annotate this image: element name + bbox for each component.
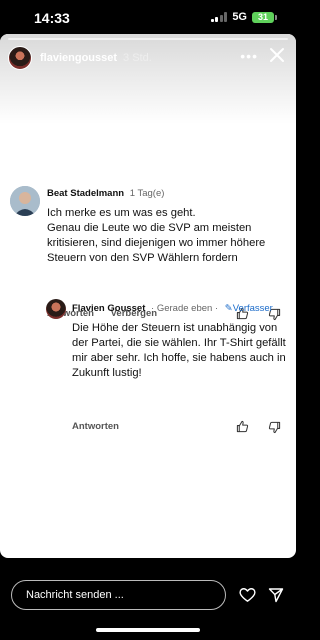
story-header: flaviengousset 3 Std. ••• bbox=[8, 44, 288, 72]
author-badge-label: Verfasser bbox=[232, 303, 273, 314]
status-bar: 14:33 5G 31 bbox=[0, 0, 296, 34]
heart-icon[interactable] bbox=[239, 587, 256, 603]
story-card: flaviengousset 3 Std. ••• Beat Stadelman… bbox=[0, 34, 296, 558]
message-input[interactable]: Nachricht senden ... bbox=[11, 580, 226, 610]
signal-icon bbox=[210, 12, 228, 22]
battery-icon: 31 bbox=[252, 11, 277, 23]
pencil-icon: ✎ bbox=[224, 303, 233, 314]
avatar[interactable] bbox=[46, 299, 66, 319]
story-time: 3 Std. bbox=[123, 52, 152, 64]
comment-time: 1 Tag(e) bbox=[129, 188, 165, 199]
like-icon[interactable] bbox=[236, 420, 249, 433]
reply-button[interactable]: Antworten bbox=[72, 421, 119, 432]
comment-author[interactable]: Flavien Gousset bbox=[72, 303, 145, 314]
story-avatar[interactable] bbox=[8, 46, 32, 70]
network-label: 5G bbox=[232, 11, 247, 23]
dislike-icon[interactable] bbox=[268, 421, 281, 434]
comment-author[interactable]: Beat Stadelmann bbox=[47, 188, 124, 199]
home-indicator bbox=[96, 628, 200, 632]
comment-text: Die Höhe der Steuern ist unabhängig von … bbox=[72, 322, 286, 379]
status-time: 14:33 bbox=[34, 10, 70, 26]
comment-text: Ich merke es um was es geht. Genau die L… bbox=[47, 207, 266, 264]
more-icon[interactable]: ••• bbox=[240, 48, 258, 64]
comment-time: · Gerade eben · bbox=[151, 303, 219, 314]
story-progress-bar bbox=[8, 38, 288, 40]
close-icon[interactable] bbox=[268, 46, 286, 64]
avatar[interactable] bbox=[10, 186, 40, 216]
send-icon[interactable] bbox=[268, 587, 284, 603]
story-username[interactable]: flaviengousset bbox=[40, 52, 117, 64]
author-badge: ✎Verfasser bbox=[225, 303, 273, 314]
